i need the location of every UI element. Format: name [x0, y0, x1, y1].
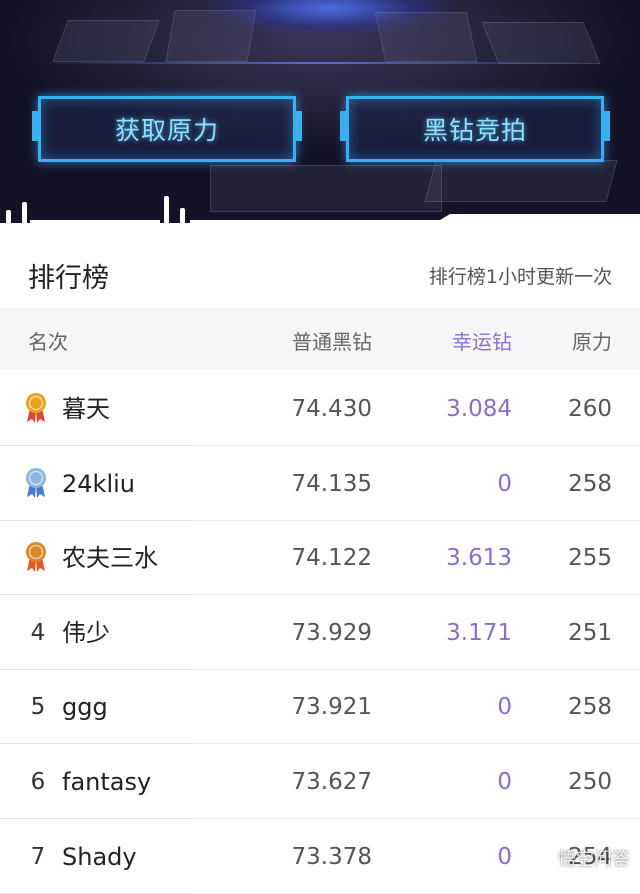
column-lucky-diamond: 幸运钻	[452, 330, 512, 354]
lucky-diamond-value: 0	[497, 694, 512, 721]
hero-decoration	[374, 12, 478, 62]
black-diamond-auction-button[interactable]: 黑钻竞拍	[340, 96, 610, 162]
force-value: 250	[568, 769, 612, 795]
get-force-button[interactable]: 获取原力	[32, 96, 302, 162]
player-name: Shady	[62, 842, 137, 871]
column-rank: 名次	[28, 330, 68, 354]
rank-number: 4	[30, 619, 46, 646]
leaderboard-row[interactable]: 暮天 74.430 3.084 260	[0, 372, 640, 446]
column-force: 原力	[572, 330, 612, 354]
watermark-icon	[536, 849, 554, 867]
lucky-diamond-value: 0	[497, 769, 512, 795]
player-name: 24kliu	[62, 469, 135, 498]
lucky-diamond-value: 3.171	[446, 619, 512, 646]
gold-medal-icon	[24, 392, 48, 424]
force-value: 255	[568, 545, 612, 572]
lucky-diamond-value: 0	[497, 843, 512, 870]
auction-label: 黑钻竞拍	[422, 116, 527, 145]
rank-number: 5	[30, 694, 46, 721]
normal-diamond-value: 73.929	[291, 619, 372, 646]
hero-decoration	[210, 165, 442, 212]
player-name: ggg	[62, 693, 108, 722]
rank-number: 6	[30, 769, 46, 795]
column-header-row: 名次 普通黑钻 幸运钻 原力	[0, 308, 640, 370]
row-divider	[0, 892, 640, 894]
hero-decoration	[424, 160, 618, 202]
get-force-label: 获取原力	[114, 116, 219, 145]
leaderboard-row[interactable]: 24kliu 74.135 0 258	[0, 446, 640, 521]
force-value: 251	[568, 619, 612, 646]
hero-decoration	[481, 22, 601, 64]
force-value: 258	[568, 470, 612, 497]
lucky-diamond-value: 3.084	[446, 396, 512, 422]
player-name: 暮天	[62, 395, 110, 423]
leaderboard-header: 排行榜 排行榜1小时更新一次	[0, 244, 640, 306]
normal-diamond-value: 74.122	[291, 545, 372, 572]
bronze-medal-icon	[24, 541, 48, 573]
player-name: 农夫三水	[62, 544, 158, 573]
silver-medal-icon	[24, 467, 48, 499]
force-value: 260	[568, 396, 612, 422]
normal-diamond-value: 73.921	[291, 694, 372, 721]
normal-diamond-value: 74.135	[291, 470, 372, 497]
leaderboard-row[interactable]: 5 ggg 73.921 0 258	[0, 670, 640, 745]
update-note: 排行榜1小时更新一次	[428, 265, 612, 288]
leaderboard-row[interactable]: 6 fantasy 73.627 0 250	[0, 745, 640, 819]
hero-decoration	[52, 20, 160, 62]
player-name: fantasy	[62, 768, 152, 796]
normal-diamond-value: 73.378	[291, 843, 372, 870]
player-name: 伟少	[62, 618, 110, 647]
watermark: 悟空问答	[536, 845, 630, 871]
column-normal-diamond: 普通黑钻	[292, 330, 372, 354]
lucky-diamond-value: 0	[497, 470, 512, 497]
leaderboard-row[interactable]: 农夫三水 74.122 3.613 255	[0, 521, 640, 596]
hero-decoration	[165, 10, 257, 62]
leaderboard-title: 排行榜	[28, 262, 109, 294]
hero-banner: 获取原力 黑钻竞拍	[0, 0, 640, 232]
normal-diamond-value: 74.430	[291, 396, 372, 422]
leaderboard-row[interactable]: 4 伟少 73.929 3.171 251	[0, 595, 640, 670]
lucky-diamond-value: 3.613	[446, 545, 512, 572]
force-value: 258	[568, 694, 612, 721]
watermark-text: 悟空问答	[558, 849, 630, 870]
rank-number: 7	[30, 843, 46, 870]
normal-diamond-value: 73.627	[291, 769, 372, 795]
